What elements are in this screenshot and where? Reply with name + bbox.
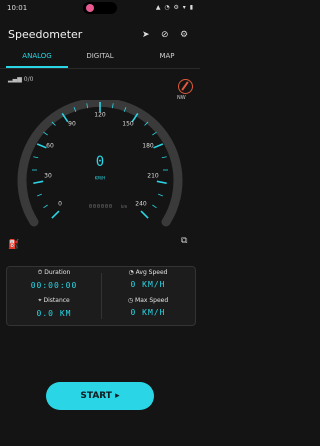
app-title: Speedometer <box>8 28 83 41</box>
start-button[interactable]: START ▸ <box>46 382 154 410</box>
gauge-label-90: 90 <box>68 120 76 128</box>
gauge-major-tick <box>153 143 164 149</box>
tab-bar: ANALOG DIGITAL MAP <box>0 48 200 69</box>
gauge-minor-tick <box>33 156 39 159</box>
gauge-label-120: 120 <box>94 111 106 119</box>
camera-cutout <box>83 2 117 14</box>
gauge-label-210: 210 <box>147 172 159 180</box>
avg-speed-stat: ◔ Avg Speed 0 KM/H <box>103 269 193 289</box>
gauge-minor-tick <box>152 131 157 136</box>
notification-icon <box>86 4 94 12</box>
max-speed-stat: ◷ Max Speed 0 KM/H <box>103 297 193 317</box>
gauge-dial <box>17 100 183 227</box>
gauge-label-0: 0 <box>58 200 62 208</box>
gauge-minor-tick <box>158 193 163 197</box>
gauge-label-180: 180 <box>142 142 154 150</box>
gauge-label-60: 60 <box>46 142 54 150</box>
gauge-label-30: 30 <box>44 172 52 180</box>
gauge-minor-tick <box>161 156 167 159</box>
max-speed-icon: ◷ <box>127 297 136 304</box>
avg-speed-icon: ◔ <box>128 269 136 276</box>
no-ads-icon[interactable]: ⊘ <box>161 30 169 40</box>
odometer-unit: km <box>121 204 128 209</box>
max-speed-value: 0 KM/H <box>130 308 166 317</box>
gauge-major-tick <box>140 210 149 219</box>
distance-value: 0.0 KM <box>36 309 72 318</box>
gauge-label-150: 150 <box>122 120 134 128</box>
status-bar: 10:01 ▲ ◔ ⚙ ▾ ▮ <box>0 0 200 16</box>
gauge-minor-tick <box>37 193 42 197</box>
gauge-major-tick <box>156 180 167 185</box>
gauge-major-tick <box>33 180 44 185</box>
distance-stat: ⌖ Distance 0.0 KM <box>9 297 99 318</box>
duration-label: Duration <box>44 269 71 276</box>
tab-analog[interactable]: ANALOG <box>7 52 67 60</box>
active-tab-indicator <box>6 66 68 68</box>
trip-stats-card: ⏱ Duration 00:00:00 ◔ Avg Speed 0 KM/H ⌖… <box>6 266 196 326</box>
tab-digital[interactable]: DIGITAL <box>70 52 130 60</box>
odometer: 000000 <box>89 204 114 210</box>
tab-map[interactable]: MAP <box>137 52 197 60</box>
gauge-minor-tick <box>152 204 157 209</box>
fuel-icon[interactable]: ⛽ <box>8 240 19 250</box>
status-icons: ▲ ◔ ⚙ ▾ ▮ <box>155 4 194 11</box>
gps-satellites: 0/0 <box>23 76 34 83</box>
status-time: 10:01 <box>7 4 28 12</box>
settings-icon[interactable]: ⚙ <box>180 30 188 40</box>
signal-icon: ▂▄▆ <box>8 76 22 83</box>
gps-signal: ▂▄▆ 0/0 <box>8 76 33 83</box>
duration-stat: ⏱ Duration 00:00:00 <box>9 269 99 290</box>
compass-icon <box>178 79 193 94</box>
avg-speed-value: 0 KM/H <box>130 280 166 289</box>
app-header: Speedometer ➤ ⊘ ⚙ <box>0 18 200 48</box>
duration-value: 00:00:00 <box>30 281 78 290</box>
current-speed: 0 <box>95 154 105 170</box>
gauge-major-tick <box>51 210 60 219</box>
speed-unit: KM/H <box>94 175 106 181</box>
avg-speed-label: Avg Speed <box>135 269 168 276</box>
max-speed-label: Max Speed <box>135 297 169 304</box>
gauge-minor-tick <box>43 204 48 209</box>
gauge-label-240: 240 <box>135 200 147 208</box>
speed-gauge: 0 30 60 90 120 150 180 210 240 <box>0 100 200 240</box>
gauge-major-tick <box>36 143 47 149</box>
send-icon[interactable]: ➤ <box>142 30 150 40</box>
stats-divider <box>101 273 102 319</box>
distance-label: Distance <box>43 297 70 304</box>
pip-icon[interactable]: ⧉ <box>181 236 187 246</box>
gauge-minor-tick <box>43 131 48 136</box>
